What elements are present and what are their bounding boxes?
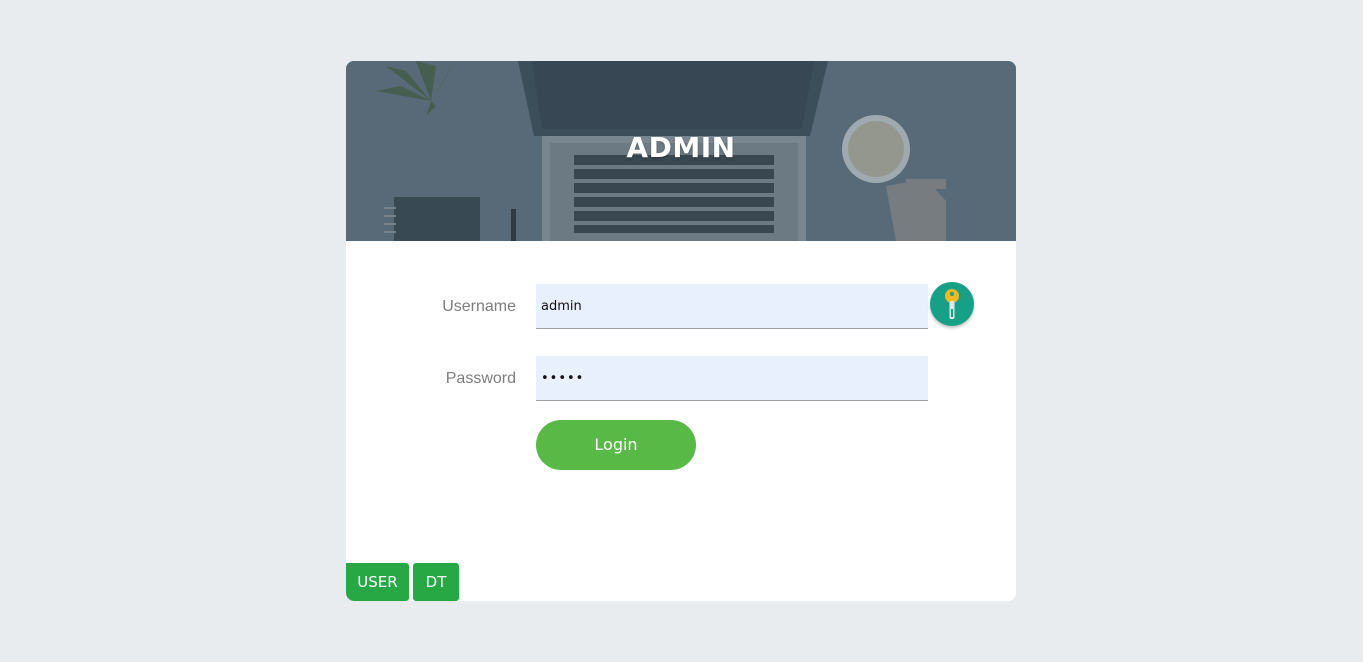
tab-user[interactable]: USER: [346, 563, 409, 601]
key-icon: [945, 289, 959, 319]
username-label: Username: [442, 298, 516, 315]
login-button[interactable]: Login: [536, 420, 696, 470]
tab-dt[interactable]: DT: [413, 563, 459, 601]
username-input[interactable]: [536, 284, 928, 329]
header-banner: ADMIN: [346, 61, 1016, 241]
page-title: ADMIN: [626, 131, 736, 164]
credential-key-button[interactable]: [930, 282, 974, 326]
login-card: ADMIN Username Password Login USER DT: [346, 61, 1016, 601]
password-input[interactable]: [536, 356, 928, 401]
password-label: Password: [445, 370, 516, 387]
